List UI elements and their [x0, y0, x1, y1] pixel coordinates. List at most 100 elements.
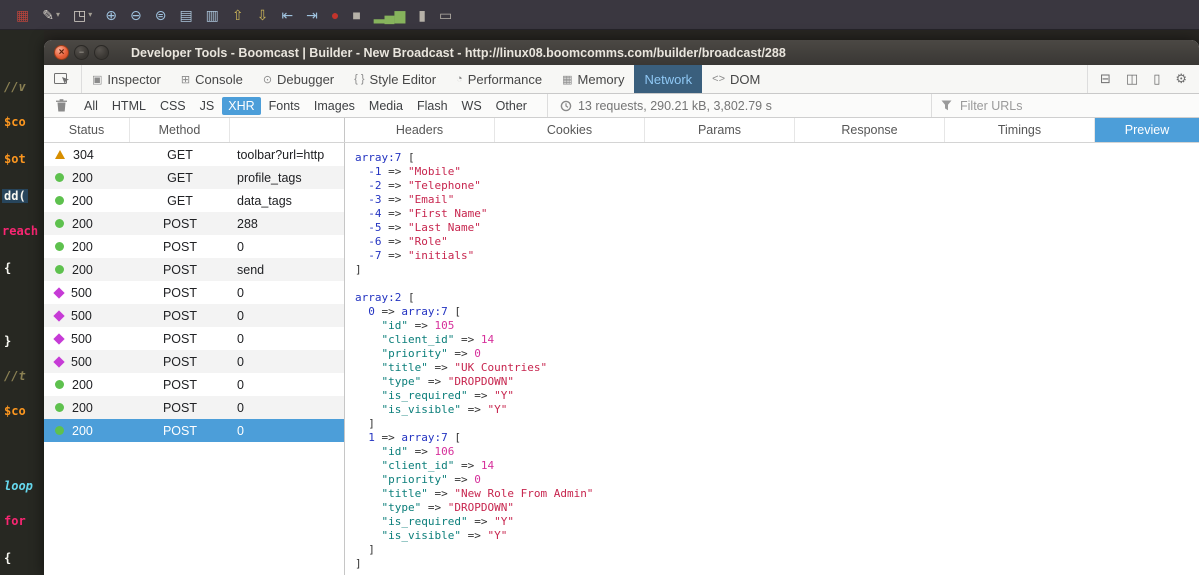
arrow-down-icon[interactable]: ⇩: [257, 8, 269, 22]
network-table-header: Status Method HeadersCookiesParamsRespon…: [44, 118, 1199, 143]
document-icon[interactable]: ▤: [179, 8, 192, 22]
table-row[interactable]: 200POSTsend: [44, 258, 344, 281]
trash-icon: [56, 99, 67, 112]
stop-icon[interactable]: ■: [352, 8, 360, 22]
shapes-tool-icon[interactable]: ◳: [73, 8, 86, 22]
filter-other[interactable]: Other: [490, 97, 533, 115]
table-row[interactable]: 200GETprofile_tags: [44, 166, 344, 189]
column-header-status[interactable]: Status: [44, 118, 130, 142]
status-ok-icon: [55, 196, 64, 205]
debugger-icon: ⊙: [263, 73, 272, 86]
preview-line: "client_id" => 14: [355, 459, 1199, 473]
filter-html[interactable]: HTML: [106, 97, 152, 115]
tab-inspector[interactable]: ▣Inspector: [82, 65, 171, 93]
tab-label: Network: [644, 72, 692, 87]
status-redirect-icon: [55, 150, 65, 159]
column-header-method[interactable]: Method: [130, 118, 230, 142]
chart-icon[interactable]: ▂▄▆: [374, 8, 405, 22]
preview-pane: array:7 [ -1 => "Mobile" -2 => "Telephon…: [345, 143, 1199, 575]
table-row[interactable]: 200POST0: [44, 396, 344, 419]
preview-line: "is_visible" => "Y": [355, 529, 1199, 543]
status-ok-icon: [55, 242, 64, 251]
window-titlebar[interactable]: ×− Developer Tools - Boomcast | Builder …: [44, 40, 1199, 65]
close-button[interactable]: ×: [54, 45, 69, 60]
tab-style-editor[interactable]: { }Style Editor: [344, 65, 446, 93]
table-row[interactable]: 500POST0: [44, 327, 344, 350]
filter-urls-input[interactable]: [958, 98, 1172, 114]
table-row[interactable]: 500POST0: [44, 281, 344, 304]
dock-side-icon[interactable]: ◫: [1126, 71, 1138, 87]
file-cell: 0: [230, 355, 344, 369]
export-page-icon[interactable]: ⇥: [306, 8, 318, 22]
status-error-icon: [53, 310, 64, 321]
clear-requests-button[interactable]: [44, 99, 76, 112]
file-cell: 288: [230, 217, 344, 231]
filter-flash[interactable]: Flash: [411, 97, 454, 115]
tab-label: Console: [195, 72, 243, 87]
filter-media[interactable]: Media: [363, 97, 409, 115]
status-ok-icon: [55, 380, 64, 389]
meter-icon[interactable]: ▮: [418, 8, 426, 22]
settings-gear-icon[interactable]: ⚙: [1175, 71, 1187, 87]
preview-line: "is_required" => "Y": [355, 389, 1199, 403]
filter-js[interactable]: JS: [194, 97, 221, 115]
zoom-in-icon[interactable]: ⊕: [105, 8, 117, 22]
table-row[interactable]: 200POST288: [44, 212, 344, 235]
zoom-reset-icon[interactable]: ⊜: [155, 8, 167, 22]
detail-tab-timings[interactable]: Timings: [945, 118, 1095, 142]
split-console-icon[interactable]: ▯: [1153, 71, 1160, 87]
table-row[interactable]: 304GETtoolbar?url=http: [44, 143, 344, 166]
record-icon[interactable]: ●: [331, 8, 339, 22]
code-fragment: //v: [2, 80, 28, 94]
method-cell: GET: [130, 148, 230, 162]
arrow-up-icon[interactable]: ⇧: [232, 8, 244, 22]
import-page-icon[interactable]: ⇤: [281, 8, 293, 22]
tab-memory[interactable]: ▦Memory: [552, 65, 634, 93]
tab-debugger[interactable]: ⊙Debugger: [253, 65, 344, 93]
table-row[interactable]: 500POST0: [44, 304, 344, 327]
maximize-button[interactable]: [94, 45, 109, 60]
dock-bottom-icon[interactable]: ⊟: [1100, 71, 1111, 87]
table-row[interactable]: 500POST0: [44, 350, 344, 373]
minimize-button[interactable]: −: [74, 45, 89, 60]
filter-images[interactable]: Images: [308, 97, 361, 115]
code-fragment: reach: [0, 224, 40, 238]
preview-line: 0 => array:7 [: [355, 305, 1199, 319]
drive-icon[interactable]: ▭: [439, 8, 452, 22]
tab-console[interactable]: ⊞Console: [171, 65, 253, 93]
code-fragment: $co: [2, 404, 28, 418]
table-row[interactable]: 200POST0: [44, 419, 344, 442]
table-row[interactable]: 200POST0: [44, 235, 344, 258]
filter-css[interactable]: CSS: [154, 97, 192, 115]
detail-tab-params[interactable]: Params: [645, 118, 795, 142]
tab-network[interactable]: Network: [634, 65, 702, 93]
code-fragment: }: [2, 334, 13, 348]
screenshot-app-icon[interactable]: ▦: [16, 8, 29, 22]
table-row[interactable]: 200POST0: [44, 373, 344, 396]
code-fragment: //t: [2, 369, 28, 383]
tab-label: Style Editor: [370, 72, 436, 87]
pencil-tool-dropdown-icon[interactable]: ▾: [56, 10, 60, 19]
status-code: 200: [72, 263, 98, 277]
save-icon[interactable]: ▥: [206, 8, 219, 22]
tab-performance[interactable]: ◔Performance: [446, 65, 552, 93]
filter-ws[interactable]: WS: [456, 97, 488, 115]
stopwatch-icon[interactable]: [560, 100, 572, 112]
filter-fonts[interactable]: Fonts: [263, 97, 306, 115]
detail-tab-headers[interactable]: Headers: [345, 118, 495, 142]
detail-tab-response[interactable]: Response: [795, 118, 945, 142]
toolbar-right-icons: ⊟ ◫ ▯ ⚙: [1087, 65, 1199, 93]
column-header-file[interactable]: [230, 118, 345, 142]
pencil-tool-icon[interactable]: ✎: [42, 8, 54, 22]
filter-all[interactable]: All: [78, 97, 104, 115]
shapes-tool-dropdown-icon[interactable]: ▾: [88, 10, 92, 19]
detail-tab-preview[interactable]: Preview: [1095, 118, 1199, 142]
detail-tabs: HeadersCookiesParamsResponseTimingsPrevi…: [345, 118, 1199, 142]
table-row[interactable]: 200GETdata_tags: [44, 189, 344, 212]
pick-element-button[interactable]: [44, 65, 82, 93]
zoom-out-icon[interactable]: ⊖: [130, 8, 142, 22]
detail-tab-cookies[interactable]: Cookies: [495, 118, 645, 142]
tab-dom[interactable]: <>DOM: [702, 65, 770, 93]
method-cell: POST: [130, 263, 230, 277]
filter-xhr[interactable]: XHR: [222, 97, 260, 115]
